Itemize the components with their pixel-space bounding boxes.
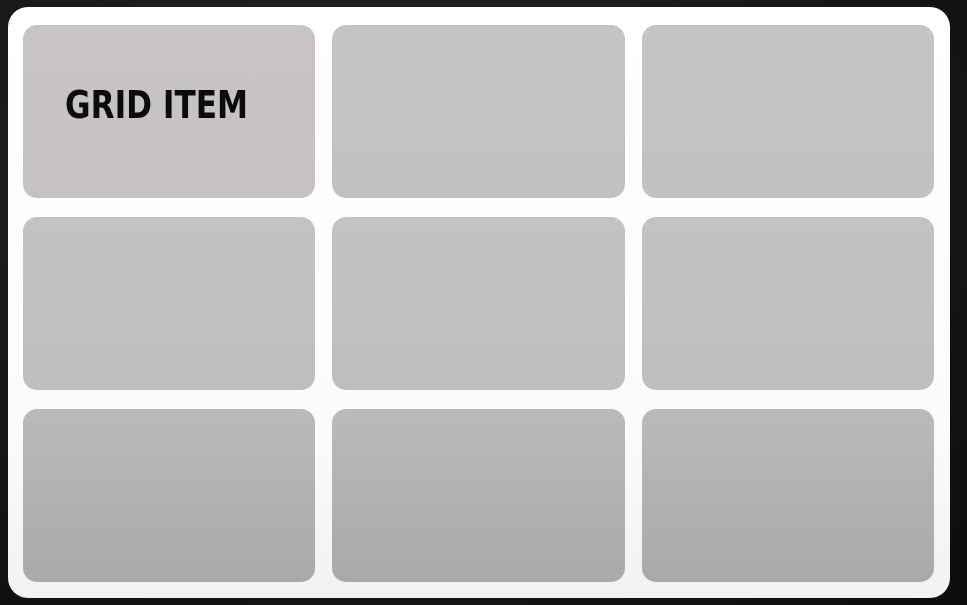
grid-item-9 [641, 409, 934, 582]
grid-item-label: GRID ITEM [65, 83, 249, 127]
grid-item-2 [332, 25, 625, 198]
grid-item-4 [23, 217, 316, 390]
stage-background: GRID ITEM [0, 0, 967, 605]
grid-item-5 [332, 217, 625, 390]
grid-item-1: GRID ITEM [23, 25, 316, 198]
grid-item-8 [332, 409, 625, 582]
grid-item-7 [23, 409, 316, 582]
grid-container: GRID ITEM [8, 7, 950, 598]
grid-item-6 [641, 217, 934, 390]
grid-item-3 [641, 25, 934, 198]
